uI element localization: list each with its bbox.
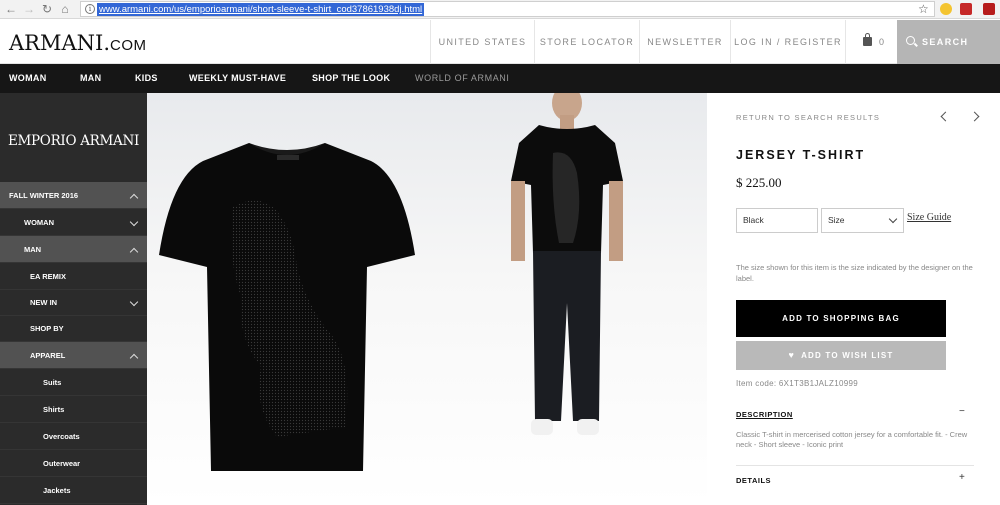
tshirt-front-image[interactable]	[157, 137, 417, 477]
nav-item-shop-the-look[interactable]: SHOP THE LOOK	[312, 64, 390, 93]
nav-item-woman[interactable]: WOMAN	[9, 64, 47, 93]
sidebar-item-shirts[interactable]: Shirts	[0, 396, 147, 423]
shopping-bag-button[interactable]: 0	[845, 20, 897, 64]
search-label: SEARCH	[922, 37, 969, 47]
chevron-up-icon	[129, 353, 139, 363]
product-title: JERSEY T-SHIRT	[736, 148, 866, 162]
size-note: The size shown for this item is the size…	[736, 263, 973, 283]
newsletter-link[interactable]: NEWSLETTER	[639, 20, 730, 64]
sidebar-item-ea-remix[interactable]: EA REMIX	[0, 263, 147, 290]
product-details-panel: RETURN TO SEARCH RESULTS JERSEY T-SHIRT …	[707, 93, 1000, 505]
nav-item-weekly-must-have[interactable]: WEEKLY MUST-HAVE	[189, 64, 286, 93]
shopping-bag-icon	[863, 33, 872, 46]
extension-icon[interactable]	[983, 3, 995, 15]
divider	[736, 465, 974, 466]
add-to-shopping-bag-button[interactable]: ADD TO SHOPPING BAG	[736, 300, 946, 337]
reload-icon[interactable]: ↻	[40, 2, 54, 16]
sidebar-item-overcoats[interactable]: Overcoats	[0, 423, 147, 450]
previous-product-arrow-icon[interactable]	[940, 111, 951, 122]
description-text: Classic T-shirt in mercerised cotton jer…	[736, 430, 968, 449]
sidebar-item-suits[interactable]: Suits	[0, 369, 147, 396]
search-button[interactable]: SEARCH	[897, 20, 1000, 64]
url-text[interactable]: www.armani.com/us/emporioarmani/short-sl…	[97, 3, 425, 16]
add-to-wish-list-button[interactable]: ♥ ADD TO WISH LIST	[736, 341, 946, 370]
address-bar[interactable]: i www.armani.com/us/emporioarmani/short-…	[80, 1, 935, 17]
sidebar-item-outerwear[interactable]: Outerwear	[0, 450, 147, 477]
return-to-search-link[interactable]: RETURN TO SEARCH RESULTS	[736, 113, 880, 122]
forward-arrow-icon[interactable]: →	[22, 2, 36, 16]
search-icon	[906, 36, 915, 45]
nav-item-world-of-armani[interactable]: WORLD OF ARMANI	[415, 64, 510, 93]
chevron-down-icon	[129, 297, 139, 307]
login-register-link[interactable]: LOG IN / REGISTER	[730, 20, 845, 64]
collapse-toggle-icon[interactable]: −	[959, 407, 965, 417]
store-locator-link[interactable]: STORE LOCATOR	[534, 20, 639, 64]
browser-toolbar: ← → ↻ ⌂ i www.armani.com/us/emporioarman…	[0, 0, 1000, 19]
sidebar-item-shop-by[interactable]: SHOP BY	[0, 315, 147, 342]
sidebar-item-fall-winter-2016[interactable]: FALL WINTER 2016	[0, 182, 147, 209]
country-selector-link[interactable]: UNITED STATES	[430, 20, 534, 64]
nav-item-kids[interactable]: KIDS	[135, 64, 158, 93]
heart-icon: ♥	[788, 350, 796, 360]
size-select[interactable]: Size	[821, 208, 904, 233]
expand-toggle-icon[interactable]: +	[959, 473, 965, 483]
sidebar-item-new-in[interactable]: NEW IN	[0, 289, 147, 316]
product-price: $ 225.00	[736, 175, 782, 190]
site-header: ARMANI.COM UNITED STATES STORE LOCATOR N…	[0, 20, 1000, 64]
size-select-value: Size	[828, 215, 845, 225]
color-select[interactable]: Black	[736, 208, 818, 233]
armani-logo[interactable]: ARMANI.COM	[9, 31, 147, 55]
bag-count: 0	[879, 37, 885, 47]
item-code: Item code: 6X1T3B1JALZ10999	[736, 379, 858, 388]
sidebar-item-woman[interactable]: WOMAN	[0, 209, 147, 236]
chevron-up-icon	[129, 247, 139, 257]
sidebar-item-jackets[interactable]: Jackets	[0, 477, 147, 504]
sidebar-item-apparel[interactable]: APPAREL	[0, 342, 147, 369]
product-gallery	[147, 85, 707, 505]
size-guide-link[interactable]: Size Guide	[907, 212, 951, 223]
details-accordion-header[interactable]: DETAILS	[736, 476, 966, 485]
home-icon[interactable]: ⌂	[58, 2, 72, 16]
chevron-up-icon	[129, 193, 139, 203]
info-icon[interactable]: i	[85, 4, 95, 14]
chevron-down-icon	[129, 217, 139, 227]
category-sidebar: EMPORIO ARMANI FALL WINTER 2016 WOMAN MA…	[0, 93, 147, 505]
extension-icon[interactable]	[940, 3, 952, 15]
bookmark-star-icon[interactable]: ☆	[918, 2, 929, 16]
color-select-value: Black	[743, 215, 764, 225]
model-wearing-tshirt-image[interactable]	[507, 85, 627, 463]
next-product-arrow-icon[interactable]	[969, 111, 980, 122]
sidebar-item-man[interactable]: MAN	[0, 236, 147, 263]
nav-item-man[interactable]: MAN	[80, 64, 101, 93]
chevron-down-icon	[888, 214, 898, 224]
extension-icon[interactable]	[960, 3, 972, 15]
back-arrow-icon[interactable]: ←	[4, 2, 18, 16]
main-nav: WOMAN MAN KIDS WEEKLY MUST-HAVE SHOP THE…	[0, 64, 1000, 93]
emporio-armani-logo[interactable]: EMPORIO ARMANI	[0, 133, 147, 149]
description-accordion-header[interactable]: DESCRIPTION	[736, 410, 966, 419]
